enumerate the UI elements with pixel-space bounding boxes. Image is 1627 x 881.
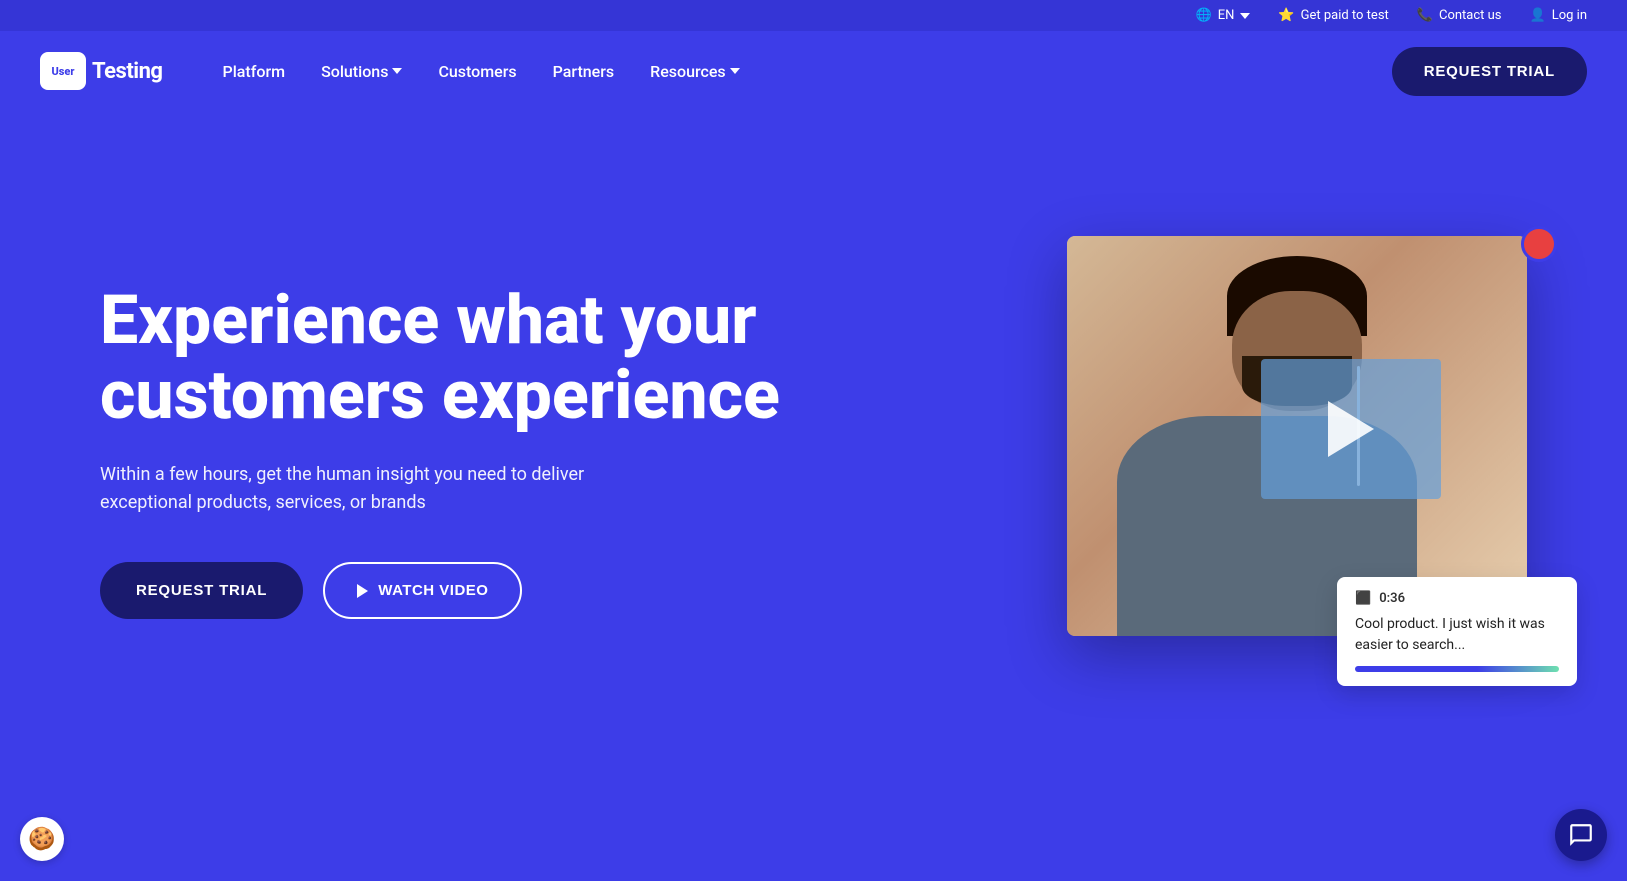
video-play-overlay[interactable]	[1261, 359, 1441, 499]
contact-link[interactable]: 📞 Contact us	[1417, 8, 1502, 23]
caption-timestamp: 0:36	[1379, 591, 1405, 606]
nav-resources[interactable]: Resources	[650, 62, 740, 81]
logo-full-text: Testing	[92, 59, 163, 84]
recording-dot	[1521, 226, 1557, 262]
hero-subtitle: Within a few hours, get the human insigh…	[100, 461, 660, 519]
caption-text: Cool product. I just wish it was easier …	[1355, 614, 1559, 656]
get-paid-label: Get paid to test	[1301, 8, 1389, 23]
hero-left: Experience what your customers experienc…	[100, 283, 800, 619]
hero-right: for(let i=0;i<30;i++) document.currentSc…	[800, 236, 1547, 666]
caption-card: ⬛ 0:36 Cool product. I just wish it was …	[1337, 577, 1577, 686]
logo[interactable]: User Testing	[40, 52, 163, 90]
phone-icon: 📞	[1417, 8, 1433, 23]
main-navbar: User Testing Platform Solutions Customer…	[0, 31, 1627, 111]
star-icon: ⭐	[1278, 8, 1294, 23]
login-label: Log in	[1552, 8, 1587, 23]
top-utility-bar: 🌐 EN ⭐ Get paid to test 📞 Contact us 👤 L…	[0, 0, 1627, 31]
solutions-chevron-icon	[392, 68, 402, 74]
caption-header: ⬛ 0:36	[1355, 591, 1559, 606]
nav-links: Platform Solutions Customers Partners Re…	[223, 62, 1352, 81]
cookie-icon: 🍪	[28, 827, 55, 852]
hero-watch-video-button[interactable]: WATCH VIDEO	[323, 562, 522, 619]
video-container: ⬛ 0:36 Cool product. I just wish it was …	[1067, 236, 1547, 666]
nav-solutions[interactable]: Solutions	[321, 62, 402, 81]
hero-request-trial-button[interactable]: REQUEST TRIAL	[100, 562, 303, 619]
nav-platform[interactable]: Platform	[223, 62, 286, 81]
hero-title: Experience what your customers experienc…	[100, 283, 800, 433]
video-frame[interactable]	[1067, 236, 1527, 636]
play-icon	[357, 584, 368, 598]
play-triangle-icon	[1328, 401, 1374, 457]
logo-box: User	[40, 52, 86, 90]
language-chevron	[1240, 13, 1250, 19]
user-icon: 👤	[1530, 8, 1546, 23]
watch-video-label: WATCH VIDEO	[378, 582, 488, 599]
hero-buttons: REQUEST TRIAL WATCH VIDEO	[100, 562, 800, 619]
caption-progress-bar	[1355, 666, 1559, 672]
resources-chevron-icon	[730, 68, 740, 74]
cookie-consent-button[interactable]: 🍪	[20, 817, 64, 861]
get-paid-link[interactable]: ⭐ Get paid to test	[1278, 8, 1388, 23]
language-selector[interactable]: 🌐 EN	[1196, 8, 1251, 23]
language-label: EN	[1218, 8, 1235, 23]
nav-request-trial-button[interactable]: REQUEST TRIAL	[1392, 47, 1587, 96]
caption-video-icon: ⬛	[1355, 591, 1371, 606]
hero-section: Experience what your customers experienc…	[0, 111, 1627, 791]
login-link[interactable]: 👤 Log in	[1530, 8, 1587, 23]
chat-button[interactable]	[1555, 809, 1607, 861]
nav-customers[interactable]: Customers	[438, 62, 516, 81]
chat-icon	[1568, 822, 1594, 848]
nav-partners[interactable]: Partners	[553, 62, 615, 81]
contact-label: Contact us	[1439, 8, 1502, 23]
globe-icon: 🌐	[1196, 8, 1212, 23]
